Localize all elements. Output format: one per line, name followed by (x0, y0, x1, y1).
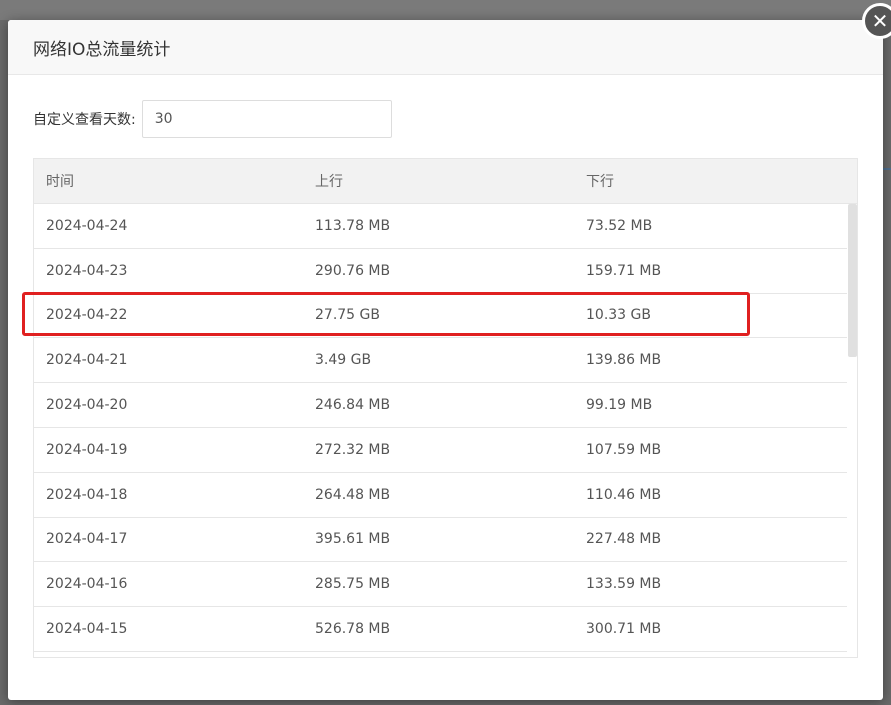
header-upload: 上行 (315, 174, 343, 190)
cell-time: 2024-04-15 (46, 621, 128, 638)
background-line (883, 168, 891, 170)
cell-upload: 285.75 MB (315, 576, 391, 593)
cell-upload: 264.48 MB (315, 486, 391, 503)
highlight-box (22, 292, 750, 336)
cell-download: 99.19 MB (586, 397, 653, 414)
table-row: 2024-04-21 3.49 GB 139.86 MB (34, 338, 847, 384)
traffic-table: 时间 上行 下行 2024-04-24 113.78 MB 73.52 MB 2024… (33, 158, 858, 658)
traffic-stats-dialog: 网络IO总流量统计 自定义查看天数: 时间 上行 下行 2024-04-24 11… (8, 20, 883, 700)
cell-time: 2024-04-24 (46, 217, 128, 234)
background-top (0, 0, 891, 20)
cell-upload: 395.61 MB (315, 531, 391, 548)
cell-download: 300.71 MB (586, 621, 662, 638)
table-row: 2024-04-23 290.76 MB 159.71 MB (34, 249, 847, 294)
cell-download: 139.86 MB (586, 352, 662, 369)
days-filter-label: 自定义查看天数: (33, 112, 136, 128)
table-row: 2024-04-17 395.61 MB 227.48 MB (34, 518, 847, 563)
cell-time: 2024-04-17 (46, 531, 128, 548)
cell-time: 2024-04-20 (46, 397, 128, 414)
dialog-title: 网络IO总流量统计 (33, 39, 171, 60)
cell-upload: 526.78 MB (315, 621, 391, 638)
cell-time: 2024-04-16 (46, 576, 128, 593)
table-row: 2024-04-15 526.78 MB 300.71 MB (34, 607, 847, 652)
table-header: 时间 上行 下行 (34, 159, 857, 204)
cell-download: 110.46 MB (586, 486, 662, 503)
cell-download: 107.59 MB (586, 441, 662, 458)
cell-time: 2024-04-21 (46, 352, 128, 369)
cell-upload: 113.78 MB (315, 217, 391, 234)
days-filter: 自定义查看天数: (33, 100, 392, 138)
cell-upload: 272.32 MB (315, 441, 391, 458)
table-row: 2024-04-24 113.78 MB 73.52 MB (34, 204, 847, 249)
header-time: 时间 (46, 174, 74, 190)
table-row: 2024-04-20 246.84 MB 99.19 MB (34, 383, 847, 428)
table-row: 2024-04-16 285.75 MB 133.59 MB (34, 562, 847, 608)
table-scrollbar[interactable] (848, 204, 857, 357)
cell-download: 227.48 MB (586, 531, 662, 548)
table-row: 2024-04-19 272.32 MB 107.59 MB (34, 428, 847, 473)
cell-upload: 3.49 GB (315, 352, 372, 369)
cell-download: 73.52 MB (586, 217, 653, 234)
cell-time: 2024-04-19 (46, 441, 128, 458)
cell-time: 2024-04-23 (46, 262, 128, 279)
table-body: 2024-04-24 113.78 MB 73.52 MB 2024-04-23 290… (34, 204, 857, 652)
days-input[interactable] (141, 100, 392, 138)
cell-download: 159.71 MB (586, 262, 662, 279)
header-download: 下行 (586, 174, 614, 190)
cell-time: 2024-04-18 (46, 486, 128, 503)
cell-upload: 246.84 MB (315, 397, 391, 414)
close-icon[interactable]: ✕ (862, 3, 891, 39)
cell-download: 133.59 MB (586, 576, 662, 593)
dialog-header: 网络IO总流量统计 (8, 20, 883, 75)
table-row: 2024-04-18 264.48 MB 110.46 MB (34, 473, 847, 518)
cell-upload: 290.76 MB (315, 262, 391, 279)
